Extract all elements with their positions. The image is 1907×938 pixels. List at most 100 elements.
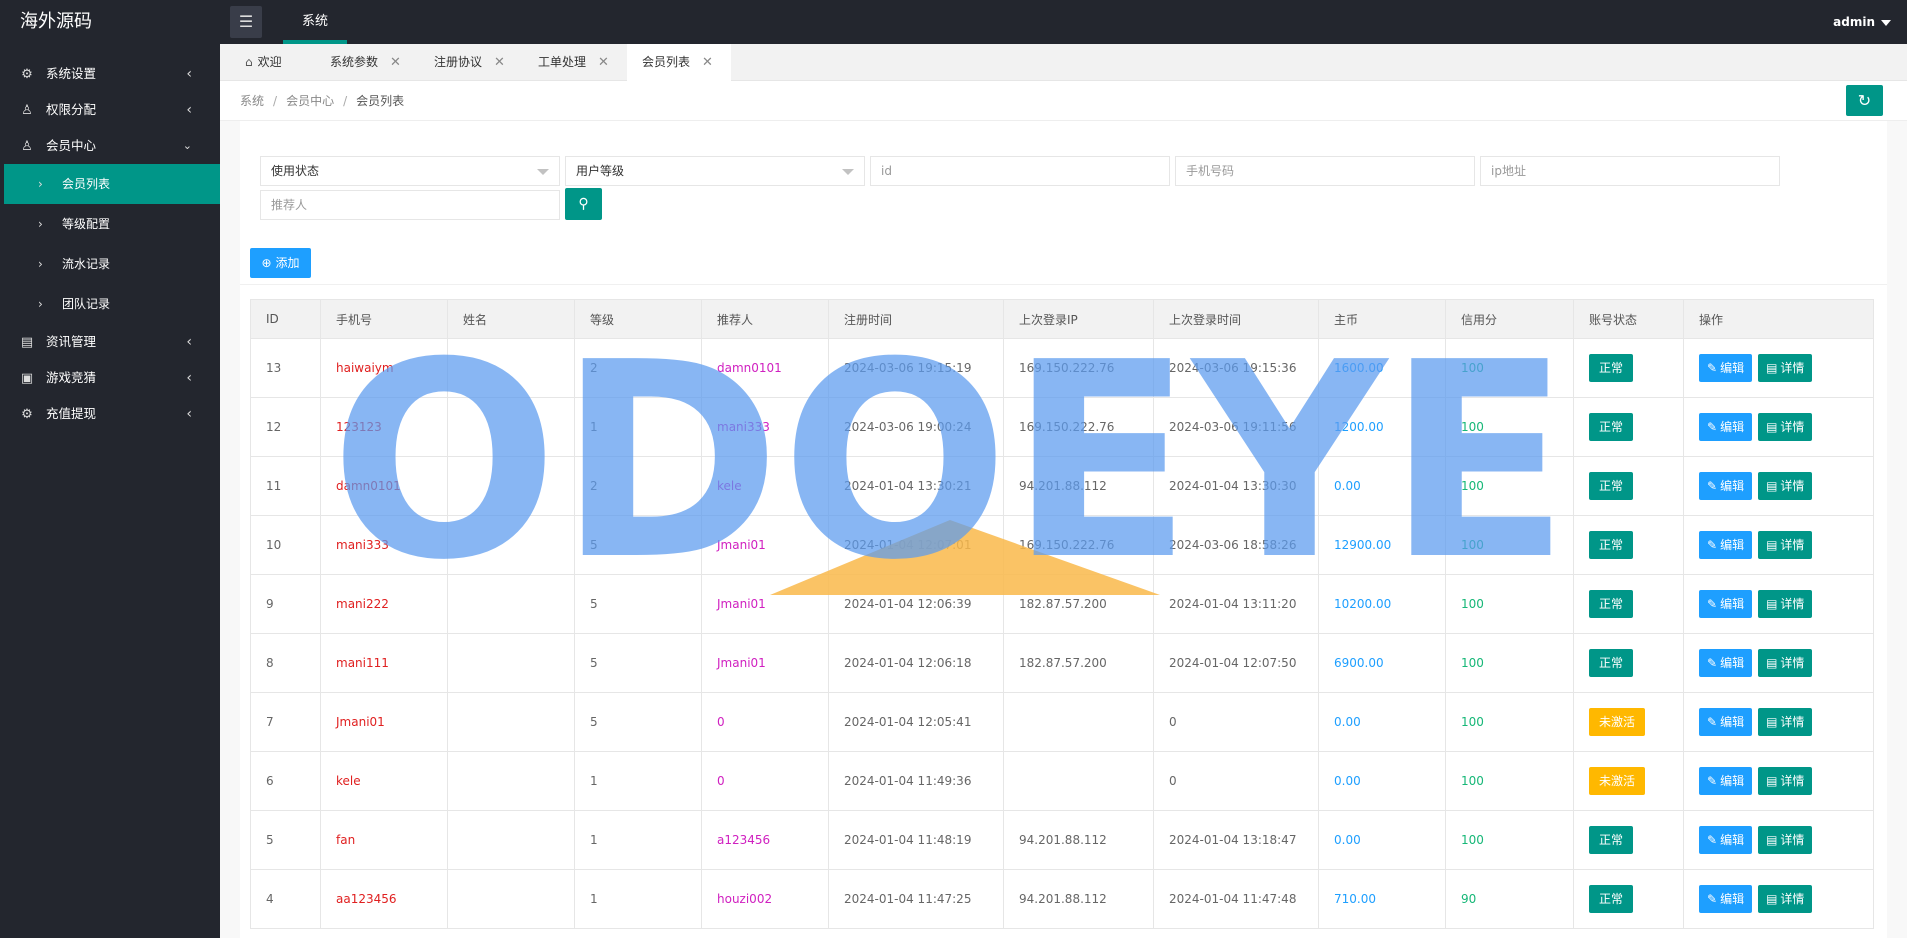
level-select[interactable]: 用户等级 bbox=[565, 156, 865, 186]
detail-button[interactable]: ▤ 详情 bbox=[1758, 649, 1813, 677]
sidebar-subitem-team-records[interactable]: › 团队记录 bbox=[4, 284, 220, 324]
tab-welcome[interactable]: ⌂ 欢迎 bbox=[245, 44, 282, 81]
col-header[interactable]: 上次登录时间 bbox=[1153, 299, 1319, 339]
detail-button-label: 详情 bbox=[1780, 420, 1805, 434]
tab-ticket[interactable]: 工单处理 ✕ bbox=[538, 44, 609, 81]
menu-toggle-button[interactable]: ☰ bbox=[230, 6, 262, 38]
gear-icon: ⚙ bbox=[21, 407, 33, 422]
cell-level: 1 bbox=[574, 810, 702, 870]
cell-last-ip: 169.150.222.76 bbox=[1003, 397, 1154, 457]
tab-member-list[interactable]: 会员列表 ✕ bbox=[627, 44, 731, 81]
ip-input[interactable]: ip地址 bbox=[1480, 156, 1780, 186]
edit-button[interactable]: ✎ 编辑 bbox=[1699, 708, 1753, 736]
tab-system-params[interactable]: 系统参数 ✕ bbox=[330, 44, 401, 81]
sidebar-subitem-label: 流水记录 bbox=[62, 257, 111, 271]
cell-reg-time: 2024-01-04 12:05:41 bbox=[828, 692, 1004, 752]
cell-level: 1 bbox=[574, 869, 702, 929]
phone-input[interactable]: 手机号码 bbox=[1175, 156, 1475, 186]
sidebar-item-system-settings[interactable]: ⚙ 系统设置 ‹ bbox=[0, 56, 220, 92]
close-icon[interactable]: ✕ bbox=[390, 55, 401, 70]
edit-button[interactable]: ✎ 编辑 bbox=[1699, 590, 1753, 618]
status-select[interactable]: 使用状态 bbox=[260, 156, 560, 186]
breadcrumb-item[interactable]: 会员中心 bbox=[286, 94, 334, 108]
col-header[interactable]: 姓名 bbox=[447, 299, 575, 339]
cell-referrer: 0 bbox=[701, 751, 829, 811]
edit-button-label: 编辑 bbox=[1720, 774, 1745, 788]
cell-status: 未激活 bbox=[1573, 692, 1684, 752]
cell-reg-time: 2024-03-06 19:00:24 bbox=[828, 397, 1004, 457]
detail-button[interactable]: ▤ 详情 bbox=[1758, 826, 1813, 854]
col-header[interactable]: 操作 bbox=[1683, 299, 1874, 339]
close-icon[interactable]: ✕ bbox=[702, 55, 713, 70]
status-badge: 正常 bbox=[1589, 472, 1634, 500]
tab-register-agreement[interactable]: 注册协议 ✕ bbox=[434, 44, 505, 81]
edit-button-label: 编辑 bbox=[1720, 420, 1745, 434]
cell-referrer: Jmani01 bbox=[701, 574, 829, 634]
cell-id: 13 bbox=[250, 338, 321, 398]
edit-button[interactable]: ✎ 编辑 bbox=[1699, 531, 1753, 559]
cell-reg-time: 2024-01-04 13:30:21 bbox=[828, 456, 1004, 516]
col-header[interactable]: 手机号 bbox=[320, 299, 448, 339]
edit-button[interactable]: ✎ 编辑 bbox=[1699, 885, 1753, 913]
col-header[interactable]: ID bbox=[250, 299, 321, 339]
edit-button[interactable]: ✎ 编辑 bbox=[1699, 649, 1753, 677]
edit-icon: ✎ bbox=[1707, 361, 1718, 375]
detail-button-label: 详情 bbox=[1780, 538, 1805, 552]
col-header[interactable]: 注册时间 bbox=[828, 299, 1004, 339]
referrer-input[interactable]: 推荐人 bbox=[260, 190, 560, 220]
cell-last-ip: 169.150.222.76 bbox=[1003, 515, 1154, 575]
col-header[interactable]: 信用分 bbox=[1445, 299, 1574, 339]
sidebar-item-member-center[interactable]: ♙ 会员中心 ⌄ bbox=[0, 128, 220, 164]
breadcrumb-item[interactable]: 系统 bbox=[240, 94, 264, 108]
detail-button-label: 详情 bbox=[1780, 656, 1805, 670]
news-icon: ▤ bbox=[20, 335, 34, 350]
chevron-right-icon: › bbox=[38, 217, 43, 231]
sidebar-subitem-label: 会员列表 bbox=[62, 177, 111, 191]
cell-actions: ✎ 编辑 ▤ 详情 bbox=[1683, 574, 1874, 634]
detail-button[interactable]: ▤ 详情 bbox=[1758, 472, 1813, 500]
add-button[interactable]: ⊕ 添加 bbox=[250, 248, 311, 278]
cell-actions: ✎ 编辑 ▤ 详情 bbox=[1683, 810, 1874, 870]
sidebar-subitem-flow-records[interactable]: › 流水记录 bbox=[4, 244, 220, 284]
sidebar-item-permissions[interactable]: ♙ 权限分配 ‹ bbox=[0, 92, 220, 128]
edit-icon: ✎ bbox=[1707, 420, 1718, 434]
col-header[interactable]: 推荐人 bbox=[701, 299, 829, 339]
caret-down-icon bbox=[537, 169, 549, 175]
sidebar-item-game[interactable]: ▣ 游戏竞猜 ‹ bbox=[0, 360, 220, 396]
col-header[interactable]: 主币 bbox=[1318, 299, 1446, 339]
sidebar-item-recharge[interactable]: ⚙ 充值提现 ‹ bbox=[0, 396, 220, 432]
refresh-button[interactable]: ↻ bbox=[1846, 85, 1883, 116]
table-row: 9 mani222 5 Jmani01 2024-01-04 12:06:39 182.8… bbox=[250, 574, 1874, 634]
close-icon[interactable]: ✕ bbox=[598, 55, 609, 70]
sidebar-item-news[interactable]: ▤ 资讯管理 ‹ bbox=[0, 324, 220, 360]
cell-status: 正常 bbox=[1573, 456, 1684, 516]
detail-button[interactable]: ▤ 详情 bbox=[1758, 531, 1813, 559]
col-header[interactable]: 上次登录IP bbox=[1003, 299, 1154, 339]
edit-button[interactable]: ✎ 编辑 bbox=[1699, 826, 1753, 854]
detail-button[interactable]: ▤ 详情 bbox=[1758, 767, 1813, 795]
edit-button[interactable]: ✎ 编辑 bbox=[1699, 472, 1753, 500]
cell-phone: 123123 bbox=[320, 397, 448, 457]
detail-button[interactable]: ▤ 详情 bbox=[1758, 413, 1813, 441]
col-header[interactable]: 等级 bbox=[574, 299, 702, 339]
col-header[interactable]: 账号状态 bbox=[1573, 299, 1684, 339]
top-nav-system[interactable]: 系统 bbox=[283, 0, 348, 44]
cell-reg-time: 2024-01-04 12:07:01 bbox=[828, 515, 1004, 575]
user-menu[interactable]: admin bbox=[1833, 0, 1891, 44]
status-badge: 正常 bbox=[1589, 885, 1634, 913]
cell-level: 2 bbox=[574, 456, 702, 516]
document-icon: ▤ bbox=[1766, 597, 1778, 611]
detail-button[interactable]: ▤ 详情 bbox=[1758, 885, 1813, 913]
detail-button[interactable]: ▤ 详情 bbox=[1758, 590, 1813, 618]
detail-button[interactable]: ▤ 详情 bbox=[1758, 708, 1813, 736]
detail-button[interactable]: ▤ 详情 bbox=[1758, 354, 1813, 382]
close-icon[interactable]: ✕ bbox=[494, 55, 505, 70]
cell-phone: mani222 bbox=[320, 574, 448, 634]
id-input[interactable]: id bbox=[870, 156, 1170, 186]
edit-button[interactable]: ✎ 编辑 bbox=[1699, 354, 1753, 382]
edit-button[interactable]: ✎ 编辑 bbox=[1699, 413, 1753, 441]
search-button[interactable]: ⚲ bbox=[565, 188, 602, 220]
sidebar-subitem-member-list[interactable]: › 会员列表 bbox=[4, 164, 220, 204]
sidebar-subitem-level-config[interactable]: › 等级配置 bbox=[4, 204, 220, 244]
edit-button[interactable]: ✎ 编辑 bbox=[1699, 767, 1753, 795]
